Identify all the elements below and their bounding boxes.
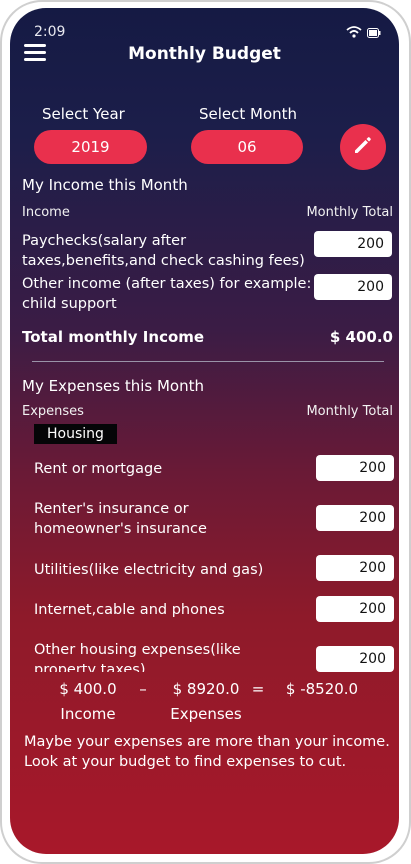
summary-result-value: $ -8520.0 xyxy=(285,680,359,698)
income-row-other-label: Other income (after taxes) for example: c… xyxy=(22,276,312,312)
income-column-header: Income xyxy=(22,205,70,220)
pencil-icon xyxy=(351,133,375,161)
income-section-title: My Income this Month xyxy=(22,176,188,194)
expense-row-other-housing-label: Other housing expenses(like property taxe… xyxy=(34,642,241,672)
year-select[interactable]: 2019 xyxy=(34,130,147,164)
expense-row-utilities-label: Utilities(like electricity and gas) xyxy=(34,562,264,578)
expense-other-housing-input[interactable]: 200 xyxy=(316,646,394,672)
page-title: Monthly Budget xyxy=(128,44,281,64)
expenses-monthly-total-header: Monthly Total xyxy=(306,404,393,419)
total-income-value: $ 400.0 xyxy=(329,328,393,346)
expense-row-rent-label: Rent or mortgage xyxy=(34,461,163,477)
summary-expenses-label: Expenses xyxy=(170,705,242,723)
status-time: 2:09 xyxy=(34,24,66,40)
month-select[interactable]: 06 xyxy=(191,130,303,164)
income-monthly-total-header: Monthly Total xyxy=(306,205,393,220)
summary-expenses-value: $ 8920.0 xyxy=(172,680,240,698)
expense-insurance-input[interactable]: 200 xyxy=(316,505,394,531)
budget-message: Maybe your expenses are more than your i… xyxy=(24,734,390,770)
section-divider xyxy=(32,361,384,362)
expenses-column-header: Expenses xyxy=(22,404,84,419)
select-year-label: Select Year xyxy=(42,105,125,123)
app-screen: 2:09 Monthly Budget Select Year Select M… xyxy=(10,8,399,854)
expense-row-insurance-label: Renter's insurance or homeowner's insuran… xyxy=(34,501,207,537)
battery-icon xyxy=(367,28,381,41)
income-paychecks-input[interactable]: 200 xyxy=(314,231,392,257)
income-row-paychecks-label: Paychecks(salary after taxes,benefits,and… xyxy=(22,233,305,269)
status-icons xyxy=(345,26,382,41)
income-other-input[interactable]: 200 xyxy=(314,274,392,300)
edit-button[interactable] xyxy=(340,124,386,170)
expense-internet-input[interactable]: 200 xyxy=(316,596,394,622)
expense-utilities-input[interactable]: 200 xyxy=(316,555,394,581)
expense-rent-input[interactable]: 200 xyxy=(316,455,394,481)
summary-income-value: $ 400.0 xyxy=(59,680,117,698)
select-month-label: Select Month xyxy=(199,105,298,123)
category-housing-tag: Housing xyxy=(34,424,117,444)
expense-row-internet-label: Internet,cable and phones xyxy=(34,602,225,618)
total-income-label: Total monthly Income xyxy=(22,328,205,346)
wifi-icon xyxy=(345,26,368,41)
summary-income-label: Income xyxy=(60,705,116,723)
expenses-section-title: My Expenses this Month xyxy=(22,377,204,395)
